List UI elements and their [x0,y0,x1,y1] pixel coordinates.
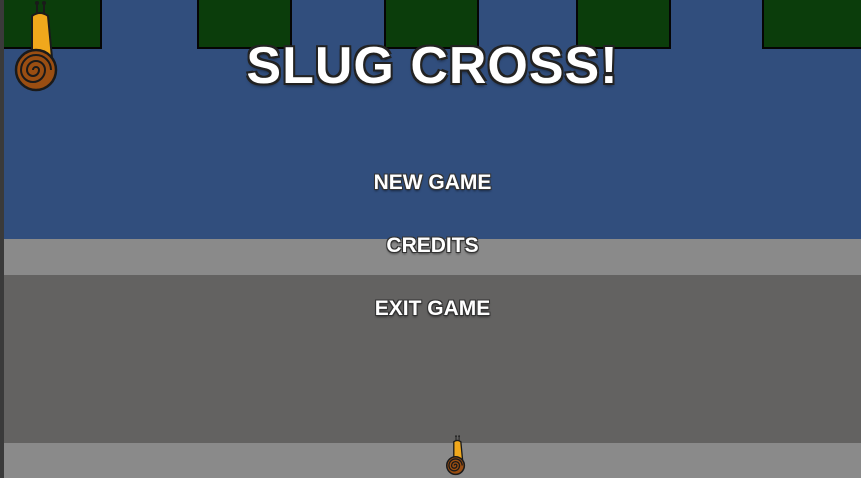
new-game-button[interactable]: NEW GAME [4,171,861,195]
game-screen: SLUG CROSS! NEW GAME CREDITS EXIT GAME [4,0,861,478]
sidewalk-bottom [4,443,861,478]
credits-button[interactable]: CREDITS [4,234,861,258]
exit-game-button[interactable]: EXIT GAME [4,297,861,321]
snail-icon [445,435,466,476]
game-title: SLUG CROSS! [246,37,619,95]
